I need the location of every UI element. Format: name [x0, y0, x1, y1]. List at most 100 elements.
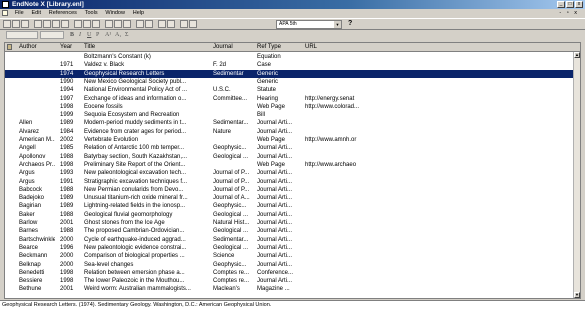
table-row[interactable]: Bagirian 1989 Lightning-related fields in … [5, 202, 580, 210]
table-row[interactable]: Angell 1985 Relation of Antarctic 100 mb t… [5, 144, 580, 152]
open-library-icon[interactable] [12, 20, 20, 28]
column-journal[interactable]: Journal [213, 43, 253, 52]
cell-year: 1974 [60, 70, 74, 77]
menu-edit[interactable]: Edit [29, 9, 44, 18]
table-row[interactable]: Bessiere 1998 The lower Paleozoic in the M… [5, 277, 580, 285]
column-year[interactable]: Year [60, 43, 80, 52]
table-row[interactable]: American M... 2002 Vertebrate Evolution Web… [5, 136, 580, 144]
table-row[interactable]: 1998 Eocene fossils Web Page http://www.col… [5, 103, 580, 111]
menu-window[interactable]: Window [102, 9, 128, 18]
table-row[interactable]: 1990 New Mexico Geological Society publ..… [5, 78, 580, 86]
table-row[interactable]: Barnes 1988 The proposed Cambrian-Ordovici… [5, 227, 580, 235]
cell-title: New Permian conularids from Devo... [84, 186, 184, 193]
output-style-select[interactable]: APA 5th ▼ [276, 20, 342, 29]
new-library-icon[interactable] [3, 20, 11, 28]
copy-icon[interactable] [43, 20, 51, 28]
menu-help[interactable]: Help [130, 9, 147, 18]
table-row[interactable]: 1994 National Environmental Policy Act of… [5, 86, 580, 94]
cell-year: 2000 [60, 236, 74, 243]
connect-icon[interactable] [74, 20, 82, 28]
import-icon[interactable] [83, 20, 91, 28]
superscript-icon[interactable]: A¹ [105, 31, 111, 40]
table-row[interactable]: Argus 1991 Stratigraphic excavation techni… [5, 178, 580, 186]
paste-icon[interactable] [52, 20, 60, 28]
scroll-up-icon[interactable]: ▲ [574, 52, 580, 58]
hide-selected-icon[interactable] [167, 20, 175, 28]
cell-title: Stratigraphic excavation techniques f... [84, 178, 188, 185]
document-icon[interactable] [2, 10, 8, 16]
table-row[interactable]: Babcock 1988 New Permian conularids from D… [5, 186, 580, 194]
table-row[interactable]: Benedetti 1998 Relation between emersion p… [5, 269, 580, 277]
help-icon[interactable]: ? [348, 19, 352, 29]
cell-year: 1989 [60, 195, 74, 202]
bold-icon[interactable]: B [70, 31, 74, 40]
table-row[interactable]: Barlow 2001 Ghost stones from the Ice Age N… [5, 219, 580, 227]
table-row[interactable]: Boltzmann's Constant (k) Equation [5, 53, 580, 61]
title-bar[interactable]: EndNote X [Library.enl] _ □ x [0, 0, 585, 9]
search-icon[interactable] [189, 20, 197, 28]
maximize-icon[interactable]: □ [566, 1, 574, 8]
table-row[interactable]: Baker 1988 Geological fluvial geomorpholog… [5, 211, 580, 219]
font-select[interactable] [6, 31, 38, 39]
cell-title: Evidence from crater ages for period... [84, 128, 187, 135]
cell-year: 1988 [60, 228, 74, 235]
return-to-word-icon[interactable] [123, 20, 131, 28]
reference-list[interactable]: Author Year Title Journal Ref Type URL B… [4, 42, 581, 299]
column-title[interactable]: Title [84, 43, 208, 52]
table-row[interactable]: Apollonov 1988 Batyrbay section, South Kaz… [5, 153, 580, 161]
table-row[interactable]: Bearce 1996 New paleontologic evidence con… [5, 244, 580, 252]
cell-reftype: Journal Arti... [257, 253, 293, 260]
plain-icon[interactable]: P [96, 31, 99, 40]
minimize-icon[interactable]: _ [557, 1, 565, 8]
font-size-select[interactable] [40, 31, 64, 39]
table-row[interactable]: 1971 Valdez v. Black F. 2d Case [5, 61, 580, 69]
table-row[interactable]: 1997 Exchange of ideas and information o.… [5, 95, 580, 103]
table-row[interactable]: Archaeos Pr... 1998 Preliminary Site Repor… [5, 161, 580, 169]
vertical-scrollbar[interactable]: ▲ ▼ [573, 52, 580, 298]
cell-journal: Geological ... [213, 211, 249, 218]
table-row[interactable]: 1999 Sequoia Ecosystem and Recreation Bill [5, 111, 580, 119]
cell-journal: Journal of P... [213, 186, 250, 193]
table-row[interactable]: 1974 Geophysical Research Letters Sediment… [5, 69, 580, 78]
open-file-icon[interactable] [145, 20, 153, 28]
menu-tools[interactable]: Tools [82, 9, 101, 18]
symbol-icon[interactable]: Σ [125, 31, 129, 40]
table-row[interactable]: Beckmann 2000 Comparison of biological pro… [5, 252, 580, 260]
cell-journal: Geophysic... [213, 145, 247, 152]
cell-year: 1996 [60, 244, 74, 251]
cell-reftype: Hearing [257, 95, 279, 102]
table-row[interactable]: Belknap 2000 Sea-level changes Geophysic...… [5, 261, 580, 269]
format-bibliography-icon[interactable] [114, 20, 122, 28]
menu-file[interactable]: File [12, 9, 27, 18]
save-icon[interactable] [21, 20, 29, 28]
cell-title: Geological fluvial geomorphology [84, 211, 173, 218]
export-icon[interactable] [92, 20, 100, 28]
document-window-controls[interactable]: - ▫ x [556, 9, 582, 18]
cell-reftype: Equation [257, 54, 281, 60]
find-icon[interactable] [61, 20, 69, 28]
table-row[interactable]: Argus 1993 New paleontological excavation … [5, 169, 580, 177]
insert-citation-icon[interactable] [105, 20, 113, 28]
column-author[interactable]: Author [19, 43, 55, 52]
table-row[interactable]: Badejoko 1989 Unusual titanium-rich oxide … [5, 194, 580, 202]
preview-icon[interactable] [180, 20, 188, 28]
menu-references[interactable]: References [46, 9, 80, 18]
table-row[interactable]: Bartschwinkler 2000 Cycle of earthquake-in… [5, 236, 580, 244]
table-row[interactable]: Bethune 2001 Weird worm: Australian mammal… [5, 285, 580, 293]
close-icon[interactable]: x [575, 1, 583, 8]
cell-journal: Comptes re... [213, 278, 250, 285]
italic-icon[interactable]: I [79, 31, 81, 40]
show-all-icon[interactable] [158, 20, 166, 28]
column-ref-type[interactable]: Ref Type [257, 43, 297, 52]
chevron-down-icon[interactable]: ▼ [334, 21, 341, 28]
table-row[interactable]: Alvarez 1984 Evidence from crater ages for… [5, 128, 580, 136]
subscript-icon[interactable]: A₁ [115, 31, 121, 40]
underline-icon[interactable]: U [87, 31, 91, 40]
cell-author: Argus [19, 170, 35, 177]
column-url[interactable]: URL [305, 43, 385, 52]
scroll-down-icon[interactable]: ▼ [574, 292, 580, 298]
open-link-icon[interactable] [136, 20, 144, 28]
table-row[interactable]: Allen 1989 Modern-period muddy sediments i… [5, 119, 580, 127]
file-attachment-column-icon[interactable] [7, 44, 12, 50]
cut-icon[interactable] [34, 20, 42, 28]
